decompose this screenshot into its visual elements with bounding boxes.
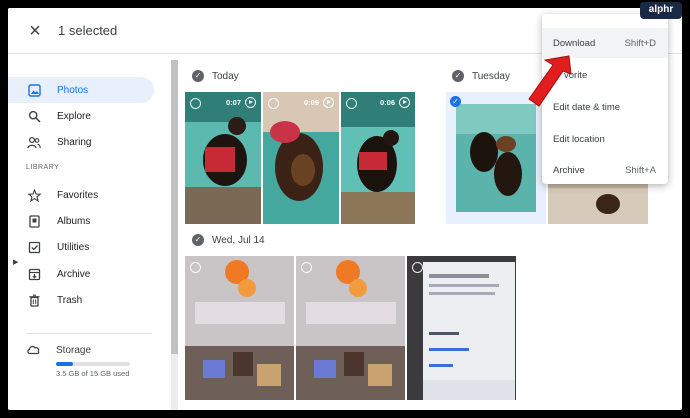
scrollbar-thumb[interactable] [171, 60, 178, 354]
sidebar-item-label: Archive [57, 268, 91, 280]
scrollbar[interactable] [171, 60, 178, 410]
play-icon [245, 97, 256, 108]
sidebar-item-sharing[interactable]: Sharing [8, 129, 154, 155]
cloud-icon [26, 342, 42, 358]
sidebar-item-label: Sharing [57, 136, 92, 148]
select-circle[interactable] [346, 98, 357, 109]
red-arrow-icon [528, 55, 572, 107]
photo-thumbnail[interactable]: 0:06 [341, 92, 415, 224]
alphr-logo: alphr [640, 2, 682, 19]
divider [26, 333, 152, 334]
trash-icon [26, 292, 42, 308]
select-circle[interactable] [190, 262, 201, 273]
select-circle[interactable] [301, 262, 312, 273]
photos-window: × 1 selected Photos Explore Sharing LIBR… [8, 8, 682, 410]
library-heading: LIBRARY [26, 164, 60, 171]
photo-thumbnail[interactable]: 0:07 [185, 92, 261, 224]
check-icon[interactable]: ✓ [452, 70, 464, 82]
sidebar-item-label: Albums [57, 215, 91, 227]
storage-bar-fill [56, 362, 74, 366]
date-header-wed[interactable]: ✓ Wed, Jul 14 [192, 234, 265, 246]
photo-thumbnail[interactable] [185, 256, 294, 400]
photo-thumbnail[interactable] [296, 256, 405, 400]
selected-check-icon[interactable]: ✓ [450, 96, 461, 107]
photo-thumbnail[interactable]: 0:09 [263, 92, 339, 224]
sidebar-item-photos[interactable]: Photos [8, 77, 154, 103]
sidebar-item-label: Photos [57, 84, 89, 96]
menu-item-shortcut: Shift+A [625, 164, 656, 176]
album-icon [26, 213, 42, 229]
storage-bar [56, 362, 130, 366]
date-header-tuesday[interactable]: ✓ Tuesday [452, 70, 510, 82]
sidebar-item-label: Utilities [57, 241, 90, 253]
sidebar-item-explore[interactable]: Explore [8, 103, 154, 129]
search-icon [26, 108, 42, 124]
menu-item-edit-location[interactable]: Edit location [542, 124, 668, 154]
checkbox-icon [26, 239, 42, 255]
storage-usage-text: 3.5 GB of 15 GB used [56, 369, 130, 378]
sidebar-item-utilities[interactable]: Utilities [8, 234, 154, 260]
sidebar-item-trash[interactable]: Trash [8, 287, 154, 313]
sidebar-item-label: Explore [57, 110, 91, 122]
menu-item-archive[interactable]: Archive Shift+A [542, 155, 668, 185]
archive-icon [26, 266, 42, 282]
photo-thumbnail-selected[interactable]: ✓ [446, 92, 546, 224]
date-label: Wed, Jul 14 [212, 234, 265, 246]
photo-thumbnail[interactable] [407, 256, 516, 400]
video-duration: 0:06 [380, 97, 410, 108]
sidebar-item-archive[interactable]: Archive [8, 261, 154, 287]
menu-item-label: Archive [553, 164, 585, 176]
play-icon [323, 97, 334, 108]
date-header-today[interactable]: ✓ Today [192, 70, 239, 82]
check-icon[interactable]: ✓ [192, 70, 204, 82]
play-icon [399, 97, 410, 108]
select-circle[interactable] [268, 98, 279, 109]
menu-item-shortcut: Shift+D [624, 37, 656, 49]
menu-item-label: Download [553, 37, 596, 49]
date-label: Tuesday [472, 70, 510, 82]
image-icon [26, 82, 42, 98]
close-icon[interactable]: × [24, 20, 46, 42]
video-duration: 0:07 [226, 97, 256, 108]
select-circle[interactable] [412, 262, 423, 273]
menu-item-label: Edit location [553, 133, 605, 145]
sidebar-item-albums[interactable]: Albums [8, 208, 154, 234]
sidebar-item-favorites[interactable]: Favorites [8, 182, 154, 208]
sidebar-item-label: Trash [57, 294, 83, 306]
storage-label: Storage [56, 345, 92, 356]
date-label: Today [212, 70, 239, 82]
star-icon [26, 187, 42, 203]
check-icon[interactable]: ✓ [192, 234, 204, 246]
sidebar: Photos Explore Sharing LIBRARY Favorites… [8, 54, 170, 410]
video-duration: 0:09 [304, 97, 334, 108]
select-circle[interactable] [190, 98, 201, 109]
people-icon [26, 134, 42, 150]
selection-count: 1 selected [58, 23, 118, 38]
sidebar-item-label: Favorites [57, 189, 99, 201]
